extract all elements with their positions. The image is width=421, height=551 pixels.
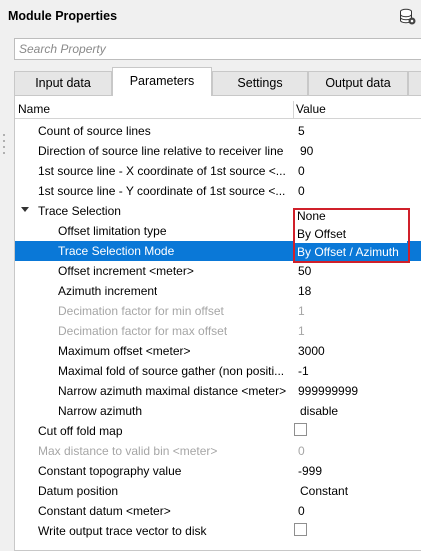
property-value[interactable]: 18 — [298, 284, 311, 298]
window-title: Module Properties — [8, 9, 118, 23]
property-value[interactable]: 50 — [298, 264, 311, 278]
property-row[interactable]: Maximal fold of source gather (non posit… — [15, 361, 421, 381]
property-value: 1 — [298, 304, 305, 318]
property-row[interactable]: 1st source line - X coordinate of 1st so… — [15, 161, 421, 181]
column-header-name: Name — [18, 102, 51, 116]
search-box[interactable] — [14, 38, 421, 60]
property-name: Cut off fold map — [38, 424, 123, 438]
property-row[interactable]: Cut off fold map — [15, 421, 421, 441]
property-row-disabled: Decimation factor for max offset 1 — [15, 321, 421, 341]
property-name: Decimation factor for max offset — [58, 324, 228, 338]
tab-overflow[interactable] — [408, 71, 421, 95]
property-value: 0 — [298, 444, 305, 458]
database-settings-icon[interactable] — [399, 8, 417, 26]
property-name: Narrow azimuth — [58, 404, 143, 418]
property-value[interactable]: Constant — [300, 484, 348, 498]
property-value[interactable]: 0 — [298, 504, 305, 518]
dropdown-option-by-offset-azimuth[interactable]: By Offset / Azimuth — [293, 243, 407, 261]
trace-selection-mode-dropdown[interactable]: None By Offset By Offset / Azimuth — [293, 207, 407, 261]
column-divider[interactable] — [293, 101, 294, 118]
dropdown-option-none[interactable]: None — [293, 207, 407, 225]
property-name: Constant datum <meter> — [38, 504, 171, 518]
write-output-checkbox[interactable] — [294, 523, 307, 536]
property-name: Direction of source line relative to rec… — [38, 144, 284, 158]
property-name: Maximal fold of source gather (non posit… — [58, 364, 285, 378]
property-row[interactable]: Constant datum <meter> 0 — [15, 501, 421, 521]
property-row[interactable]: Direction of source line relative to rec… — [15, 141, 421, 161]
group-name: Trace Selection — [38, 204, 121, 218]
splitter-handle[interactable] — [3, 134, 5, 156]
cut-off-fold-map-checkbox[interactable] — [294, 423, 307, 436]
property-name: Offset increment <meter> — [58, 264, 194, 278]
property-value[interactable]: 999999999 — [298, 384, 358, 398]
tab-parameters[interactable]: Parameters — [112, 67, 212, 96]
property-row[interactable]: Azimuth increment 18 — [15, 281, 421, 301]
property-row[interactable]: Write output trace vector to disk — [15, 521, 421, 541]
property-name: 1st source line - X coordinate of 1st so… — [38, 164, 286, 178]
property-name: Write output trace vector to disk — [38, 524, 207, 538]
property-name: Trace Selection Mode — [58, 244, 175, 258]
property-name: Narrow azimuth maximal distance <meter> — [58, 384, 287, 398]
property-grid: Name Value Count of source lines 5 Direc… — [14, 95, 421, 551]
property-name: Max distance to valid bin <meter> — [38, 444, 218, 458]
property-row[interactable]: Offset increment <meter> 50 — [15, 261, 421, 281]
property-value[interactable]: -999 — [298, 464, 322, 478]
property-row[interactable]: Count of source lines 5 — [15, 121, 421, 141]
property-row[interactable]: 1st source line - Y coordinate of 1st so… — [15, 181, 421, 201]
property-value[interactable]: 3000 — [298, 344, 325, 358]
property-row-disabled: Max distance to valid bin <meter> 0 — [15, 441, 421, 461]
property-row[interactable]: Constant topography value -999 — [15, 461, 421, 481]
property-row[interactable]: Narrow azimuth disable — [15, 401, 421, 421]
property-name: Constant topography value — [38, 464, 182, 478]
column-header-value: Value — [296, 102, 326, 116]
title-bar: Module Properties — [0, 0, 421, 34]
tab-settings[interactable]: Settings — [212, 71, 308, 95]
dropdown-option-by-offset[interactable]: By Offset — [293, 225, 407, 243]
property-value[interactable]: 90 — [300, 144, 313, 158]
property-name: Azimuth increment — [58, 284, 158, 298]
property-value[interactable]: 0 — [298, 184, 305, 198]
tab-bar: Input data Parameters Settings Output da… — [14, 67, 421, 96]
property-name: Decimation factor for min offset — [58, 304, 224, 318]
property-name: Count of source lines — [38, 124, 151, 138]
property-row[interactable]: Maximum offset <meter> 3000 — [15, 341, 421, 361]
collapse-arrow-icon[interactable] — [21, 207, 29, 212]
tab-input-data[interactable]: Input data — [14, 71, 112, 95]
tab-output-data[interactable]: Output data — [308, 71, 408, 95]
property-name: Datum position — [38, 484, 119, 498]
search-input[interactable] — [15, 39, 421, 59]
property-name: Maximum offset <meter> — [58, 344, 191, 358]
property-value[interactable]: disable — [300, 404, 338, 418]
property-value[interactable]: 5 — [298, 124, 305, 138]
property-name: 1st source line - Y coordinate of 1st so… — [38, 184, 286, 198]
property-row[interactable]: Datum position Constant — [15, 481, 421, 501]
property-value: 1 — [298, 324, 305, 338]
property-value[interactable]: 0 — [298, 164, 305, 178]
property-name: Offset limitation type — [58, 224, 167, 238]
property-row-disabled: Decimation factor for min offset 1 — [15, 301, 421, 321]
property-value[interactable]: -1 — [298, 364, 309, 378]
property-row[interactable]: Narrow azimuth maximal distance <meter> … — [15, 381, 421, 401]
grid-header: Name Value — [15, 101, 421, 119]
